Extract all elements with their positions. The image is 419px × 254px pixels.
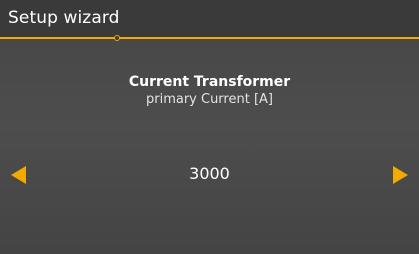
value-display: 3000	[189, 164, 230, 183]
wizard-progress-marker	[114, 35, 120, 41]
page-title: Setup wizard	[8, 8, 120, 28]
step-subtitle: primary Current [A]	[145, 92, 273, 107]
header-bar: Setup wizard	[0, 0, 419, 38]
arrow-right-icon	[393, 166, 408, 184]
increase-button[interactable]	[386, 160, 414, 190]
wizard-progress-bar	[0, 37, 419, 39]
decrease-button[interactable]	[5, 160, 33, 190]
arrow-left-icon	[11, 166, 26, 184]
step-title: Current Transformer	[128, 74, 291, 90]
setup-wizard-screen: Setup wizard Current Transformer primary…	[0, 0, 419, 254]
